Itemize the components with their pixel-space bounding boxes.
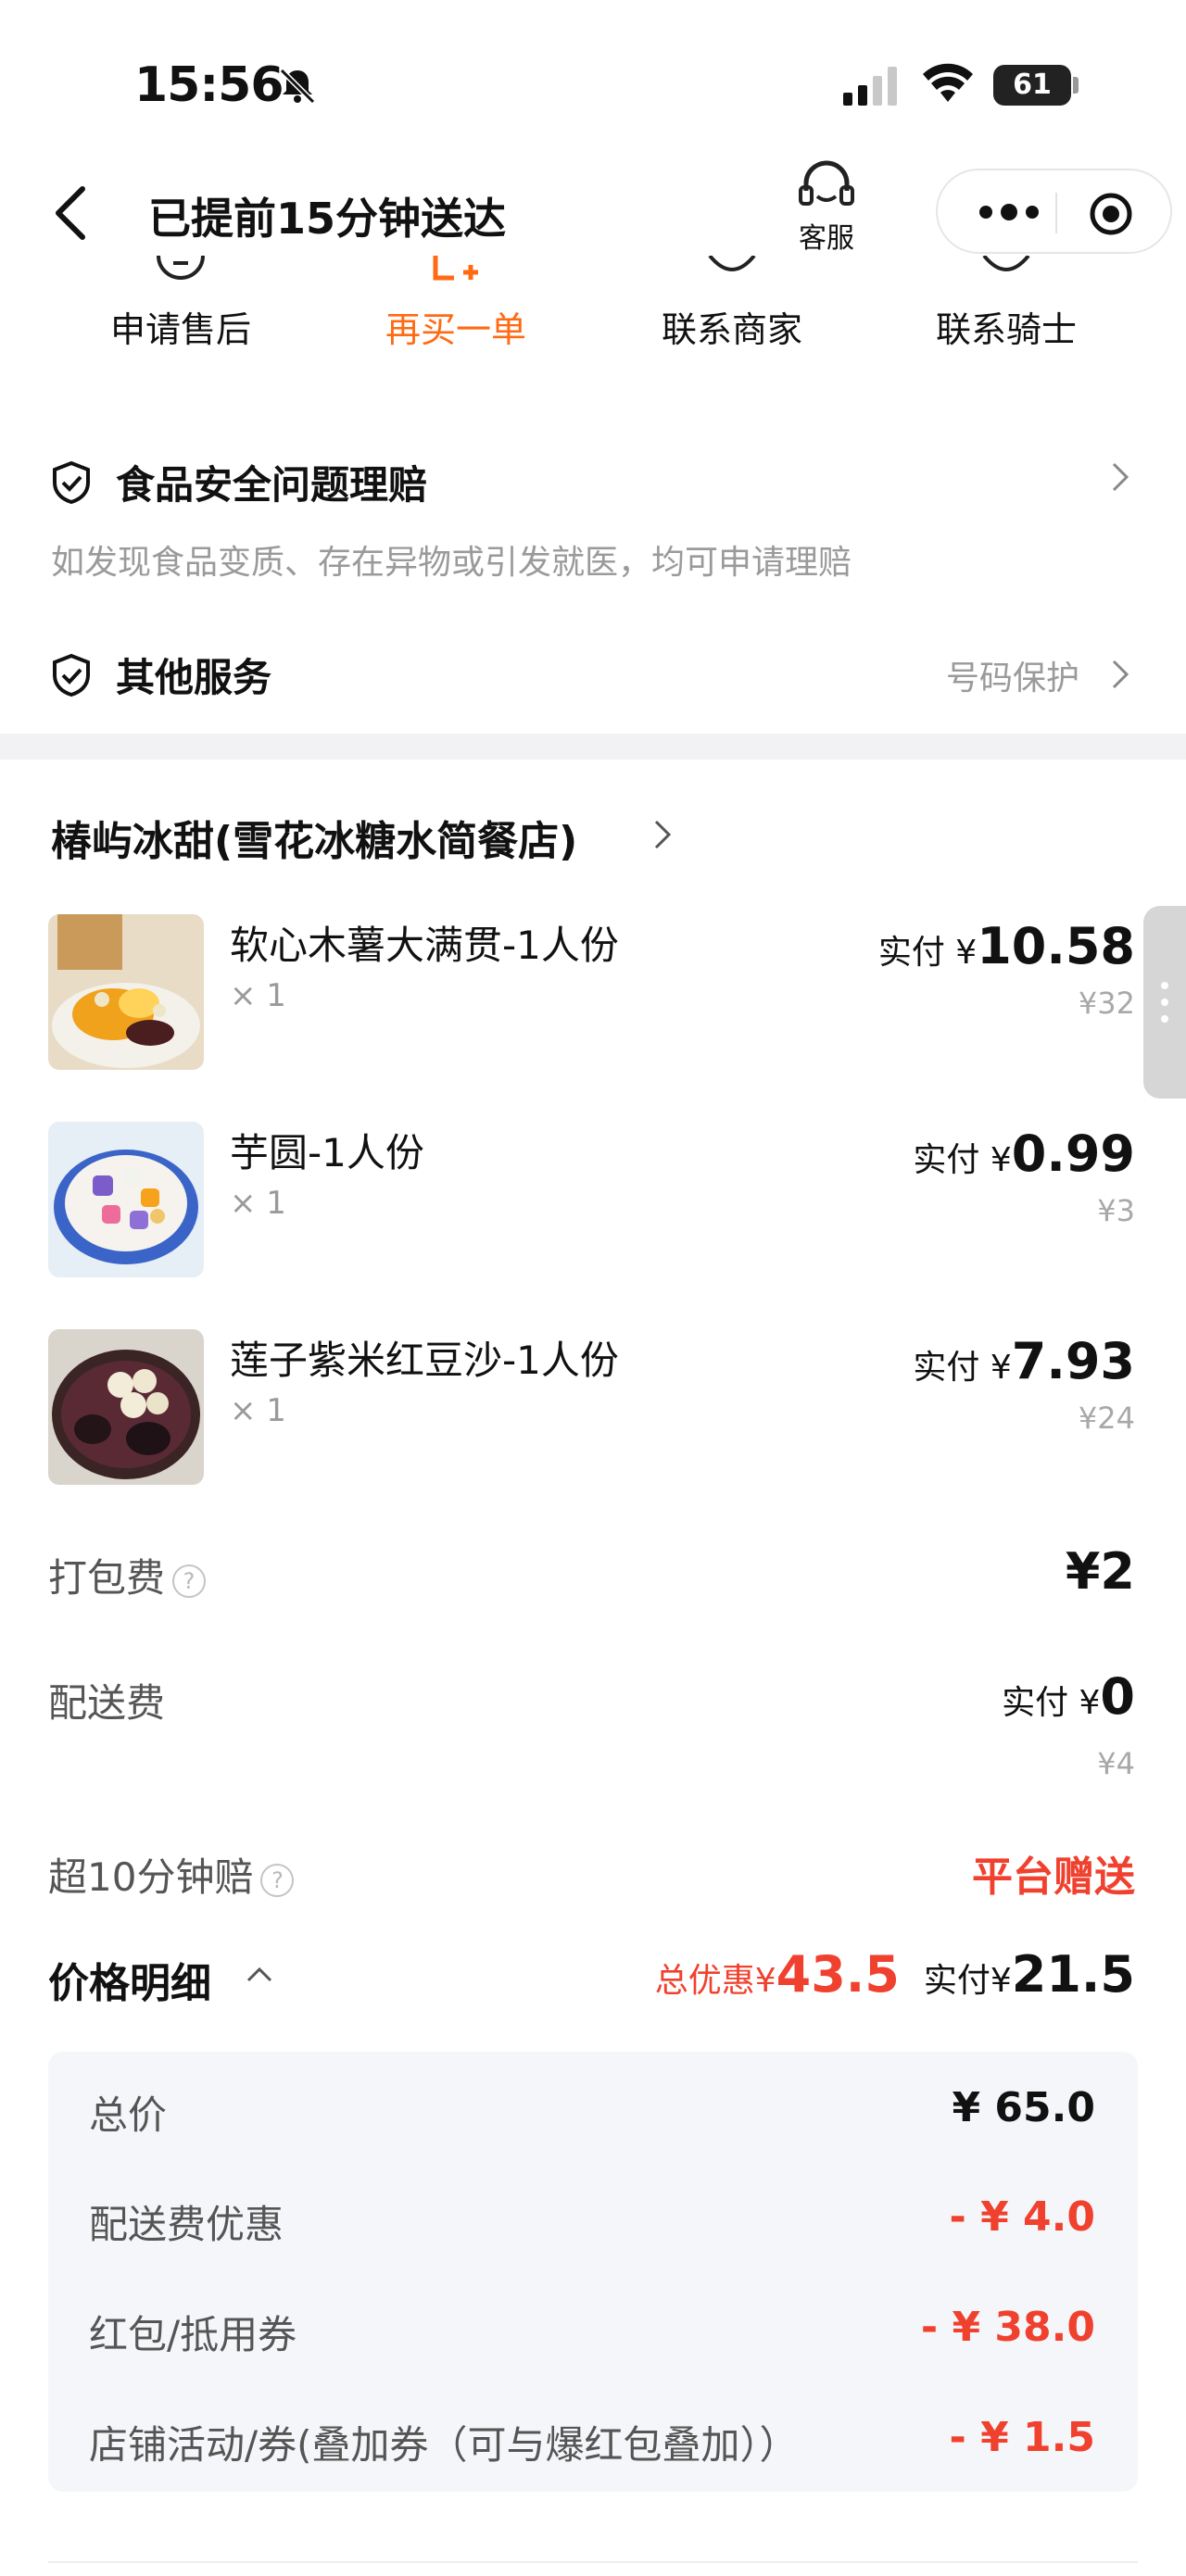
late-comp-value: 平台赠送 — [972, 1853, 1135, 1901]
bell-muted-icon — [279, 68, 316, 104]
late-comp-text: 超10分钟赔 — [48, 1854, 254, 1900]
battery-indicator: 61 — [993, 65, 1071, 106]
detail-row-label: 店铺活动/券(叠加券（可与爆红包叠加）） — [89, 2422, 799, 2468]
total-paid-value: 21.5 — [1011, 1945, 1135, 2004]
shield-check-icon — [53, 460, 90, 505]
bottom-divider — [48, 2561, 1138, 2563]
capsule-divider — [1055, 193, 1057, 233]
headset-icon[interactable] — [797, 159, 856, 213]
food-safety-desc: 如发现食品变质、存在异物或引发就医，均可申请理赔 — [51, 544, 852, 582]
detail-row-value: - ¥ 38.0 — [920, 2304, 1095, 2351]
customer-service-label[interactable]: 客服 — [799, 215, 854, 256]
total-discount-value: 43.5 — [776, 1945, 900, 2004]
paid-label: 实付 ¥ — [913, 1349, 1012, 1387]
help-icon[interactable]: ? — [172, 1564, 207, 1598]
item-name[interactable]: 莲子紫米红豆沙-1人份 — [230, 1329, 619, 1386]
signal-icon — [843, 67, 897, 106]
page-title: 已提前15分钟送达 — [148, 194, 507, 244]
contact-merchant-icon — [708, 256, 756, 271]
action-reorder[interactable]: 再买一单 — [345, 301, 567, 352]
chevron-right-icon[interactable] — [1110, 460, 1130, 494]
original-price: ¥4 — [1097, 1746, 1135, 1781]
paid-label: 实付 ¥ — [1002, 1684, 1101, 1722]
original-price: ¥3 — [1097, 1193, 1135, 1228]
packing-fee-text: 打包费 — [48, 1555, 166, 1601]
detail-row-value: - ¥ 4.0 — [949, 2193, 1095, 2241]
battery-level: 61 — [1013, 69, 1052, 101]
reorder-icon — [433, 256, 478, 281]
back-arrow-icon[interactable] — [51, 183, 92, 243]
item-price: 实付 ¥10.58 — [878, 917, 1135, 975]
more-dots-icon[interactable] — [977, 198, 1041, 226]
price-detail-title[interactable]: 价格明细 — [48, 1950, 211, 2009]
packing-fee-value: ¥2 — [1065, 1542, 1135, 1601]
action-contact-merchant[interactable]: 联系商家 — [621, 301, 843, 352]
chevron-right-icon[interactable] — [652, 818, 673, 851]
action-contact-rider[interactable]: 联系骑士 — [895, 301, 1117, 352]
paid-amount: 10.58 — [977, 917, 1135, 975]
paid-amount: 0 — [1100, 1667, 1135, 1726]
action-after-sale[interactable]: 申请售后 — [69, 301, 292, 352]
after-sale-icon — [157, 256, 205, 280]
item-image[interactable] — [48, 1329, 204, 1485]
item-name[interactable]: 芋圆-1人份 — [230, 1122, 424, 1178]
other-services-title[interactable]: 其他服务 — [116, 647, 271, 703]
detail-row-value: - ¥ 1.5 — [949, 2414, 1095, 2461]
paid-amount: 0.99 — [1011, 1125, 1135, 1183]
food-safety-title[interactable]: 食品安全问题理赔 — [116, 454, 427, 510]
shield-check-icon — [53, 653, 90, 697]
original-price: ¥32 — [1078, 986, 1135, 1021]
floating-side-handle[interactable] — [1143, 906, 1186, 1099]
item-price: 实付 ¥7.93 — [913, 1332, 1135, 1390]
contact-rider-icon — [982, 256, 1030, 271]
miniprogram-capsule — [936, 169, 1172, 254]
store-name[interactable]: 椿屿冰甜(雪花冰糖水简餐店) — [51, 808, 577, 867]
detail-row-label: 配送费优惠 — [89, 2202, 284, 2247]
detail-row-value: ¥ 65.0 — [952, 2084, 1096, 2131]
item-price: 实付 ¥0.99 — [913, 1125, 1135, 1183]
item-name[interactable]: 软心木薯大满贯-1人份 — [230, 914, 619, 971]
number-protection-label[interactable]: 号码保护 — [946, 651, 1079, 699]
paid-amount: 7.93 — [1011, 1332, 1135, 1390]
item-qty: × 1 — [230, 1185, 286, 1222]
late-comp-label: 超10分钟赔? — [48, 1846, 295, 1903]
status-time: 15:56 — [134, 57, 284, 113]
item-qty: × 1 — [230, 977, 286, 1014]
detail-row-label: 红包/抵用券 — [89, 2312, 297, 2357]
chevron-up-icon[interactable] — [245, 1964, 274, 1984]
paid-label: 实付 ¥ — [913, 1141, 1012, 1179]
price-summary: 总优惠¥43.5 实付¥21.5 — [655, 1945, 1135, 2004]
section-divider — [0, 734, 1186, 760]
item-image[interactable] — [48, 914, 204, 1070]
item-qty: × 1 — [230, 1392, 286, 1429]
total-paid-label: 实付¥ — [923, 1962, 1012, 2000]
total-discount-label: 总优惠¥ — [654, 1962, 776, 2000]
delivery-fee-label: 配送费 — [48, 1680, 166, 1726]
close-target-icon[interactable] — [1088, 191, 1134, 237]
help-icon[interactable]: ? — [260, 1863, 295, 1897]
chevron-right-icon[interactable] — [1110, 658, 1130, 691]
paid-label: 实付 ¥ — [877, 934, 978, 972]
original-price: ¥24 — [1078, 1401, 1135, 1436]
battery-cap — [1073, 77, 1079, 94]
delivery-fee-price: 实付 ¥0 — [1002, 1667, 1135, 1726]
item-image[interactable] — [48, 1122, 204, 1277]
wifi-icon — [923, 63, 973, 102]
detail-row-label: 总价 — [89, 2092, 168, 2138]
packing-fee-label: 打包费? — [48, 1547, 207, 1603]
